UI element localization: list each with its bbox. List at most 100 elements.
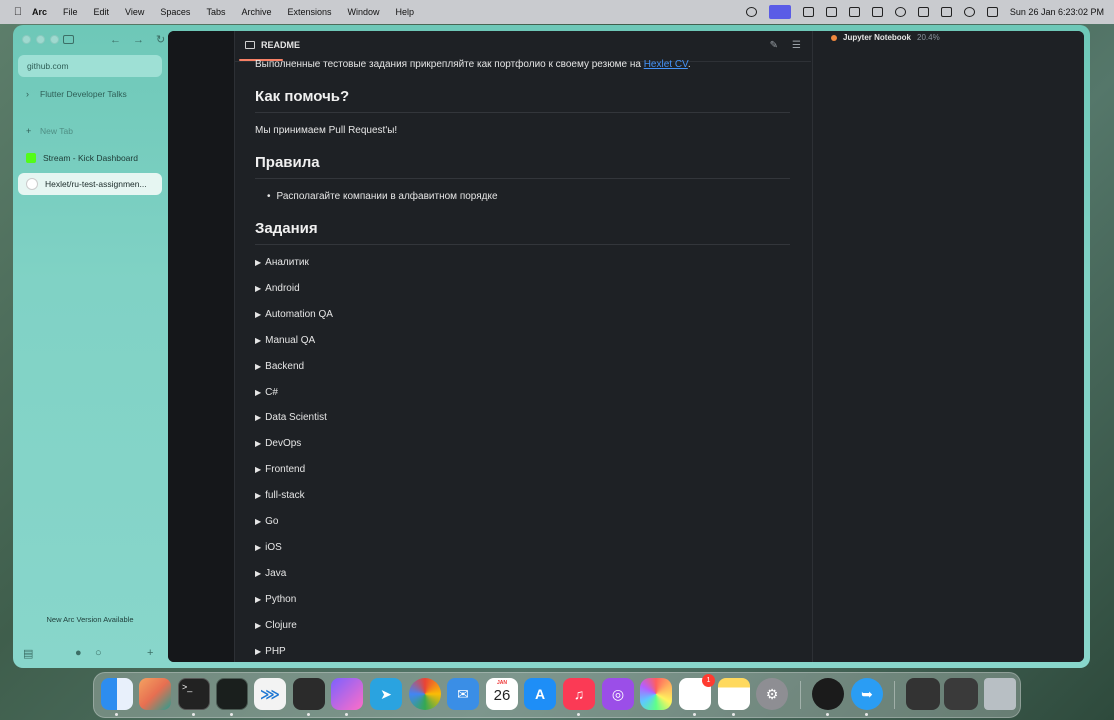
sidebar-toolbar: ← → ↻ — [63, 33, 165, 46]
task-details-toggle[interactable]: ▶ iOS — [255, 542, 282, 553]
task-details-toggle[interactable]: ▶ Python — [255, 594, 296, 605]
control-center-icon[interactable] — [986, 7, 998, 17]
obs-icon[interactable] — [812, 678, 844, 710]
mail-icon[interactable]: ✉ — [447, 678, 479, 710]
now-playing-icon[interactable] — [894, 7, 906, 17]
photos-icon[interactable] — [640, 678, 672, 710]
vscode-icon[interactable]: ⋙ — [254, 678, 286, 710]
volume-icon[interactable] — [871, 7, 883, 17]
task-details-toggle[interactable]: ▶ Android — [255, 283, 300, 294]
task-details-toggle[interactable]: ▶ full-stack — [255, 490, 305, 501]
task-details-toggle[interactable]: ▶ PHP — [255, 646, 286, 657]
reload-icon[interactable]: ↻ — [156, 33, 165, 46]
task-details-toggle[interactable]: ▶ Data Scientist — [255, 412, 327, 423]
task-details-toggle[interactable]: ▶ Java — [255, 568, 286, 579]
task-details-toggle[interactable]: ▶ Manual QA — [255, 335, 315, 346]
plus-icon: + — [26, 126, 32, 136]
podcasts-icon[interactable]: ◎ — [602, 678, 634, 710]
finder-icon[interactable] — [101, 678, 133, 710]
reminders-icon[interactable]: 1 — [679, 674, 715, 710]
status-icons: Sun 26 Jan 6:23:02 PM — [745, 0, 1104, 24]
menu-spaces[interactable]: Spaces — [160, 7, 190, 17]
calendar-icon[interactable]: JAN 26 — [486, 678, 518, 710]
hexlet-cv-link[interactable]: Hexlet CV — [644, 59, 688, 70]
calendar-day: 26 — [493, 687, 511, 704]
running-indicator — [192, 713, 195, 716]
sidebar-toggle-icon[interactable] — [63, 35, 74, 44]
menu-edit[interactable]: Edit — [94, 7, 110, 17]
music-icon[interactable]: ♫ — [563, 678, 595, 710]
archive-icon[interactable]: ▤ — [23, 647, 33, 660]
wifi-icon[interactable] — [940, 7, 952, 17]
zoom-window-icon[interactable] — [50, 35, 59, 44]
readme-tab[interactable]: README — [245, 40, 300, 50]
running-indicator — [115, 713, 118, 716]
url-bar[interactable]: github.com — [18, 55, 162, 77]
menu-help[interactable]: Help — [396, 7, 415, 17]
app-store-icon[interactable]: A — [524, 678, 556, 710]
sidebar-tab-hexlet[interactable]: Hexlet/ru-test-assignmen... — [18, 173, 162, 195]
bluetooth-icon[interactable] — [825, 7, 837, 17]
page-left-gutter — [168, 31, 235, 662]
telegram-icon[interactable]: ➤ — [370, 678, 402, 710]
outline-list-icon[interactable]: ☰ — [792, 40, 801, 51]
disclosure-triangle-icon: ▶ — [255, 413, 262, 423]
launchpad-icon[interactable] — [139, 678, 171, 710]
task-details-toggle[interactable]: ▶ Аналитик — [255, 257, 309, 268]
activity-monitor-icon[interactable] — [216, 678, 248, 710]
task-details-toggle[interactable]: ▶ Clojure — [255, 620, 297, 631]
task-label: Android — [265, 282, 300, 294]
menu-clock[interactable]: Sun 26 Jan 6:23:02 PM — [1010, 7, 1104, 17]
trash-icon[interactable] — [984, 678, 1016, 710]
minimized-window-2-icon[interactable] — [944, 678, 978, 710]
menu-window[interactable]: Window — [348, 7, 380, 17]
menu-tabs[interactable]: Tabs — [206, 7, 225, 17]
screen-share-icon[interactable] — [768, 5, 791, 19]
process-name: Jupyter Notebook — [843, 33, 912, 42]
sidebar-folder[interactable]: › Flutter Developer Talks — [18, 83, 162, 105]
task-details-toggle[interactable]: ▶ Backend — [255, 361, 304, 372]
menu-archive[interactable]: Archive — [241, 7, 271, 17]
close-window-icon[interactable] — [22, 35, 31, 44]
task-details-toggle[interactable]: ▶ DevOps — [255, 438, 301, 449]
battery-icon[interactable] — [917, 7, 929, 17]
menu-app-name[interactable]: Arc — [32, 7, 47, 17]
space-icon-2[interactable]: ○ — [95, 647, 102, 659]
obs-status-icon[interactable] — [745, 7, 757, 17]
update-notice[interactable]: New Arc Version Available — [18, 615, 162, 624]
spotlight-search-icon[interactable] — [963, 7, 975, 17]
space-icon-1[interactable]: ● — [75, 647, 82, 659]
task-details-toggle[interactable]: ▶ C# — [255, 387, 278, 398]
menu-view[interactable]: View — [125, 7, 144, 17]
terminal-icon[interactable]: >_ — [178, 678, 210, 710]
input-source-icon[interactable] — [848, 7, 860, 17]
minimize-window-icon[interactable] — [36, 35, 45, 44]
battery-app-icon[interactable] — [802, 7, 814, 17]
safari-icon[interactable]: ➥ — [851, 678, 883, 710]
process-row[interactable]: Jupyter Notebook 20.4% — [831, 33, 940, 42]
heading-rules: Правила — [255, 154, 320, 171]
system-settings-icon[interactable]: ⚙ — [756, 678, 788, 710]
task-details-toggle[interactable]: ▶ Go — [255, 516, 279, 527]
sidebar-tab-kick[interactable]: Stream - Kick Dashboard — [18, 147, 162, 169]
new-space-button[interactable]: + — [147, 647, 153, 659]
edit-pencil-icon[interactable]: ✎ — [770, 40, 778, 51]
apple-menu-icon[interactable]:  — [12, 6, 24, 18]
menu-file[interactable]: File — [63, 7, 78, 17]
reminders-badge: 1 — [702, 674, 715, 687]
intro-end: . — [687, 59, 691, 70]
chrome-icon[interactable] — [409, 678, 441, 710]
cursor-app-icon[interactable] — [293, 678, 325, 710]
figma-icon[interactable] — [331, 678, 363, 710]
minimized-window-1-icon[interactable] — [906, 678, 940, 710]
task-details-toggle[interactable]: ▶ Automation QA — [255, 309, 333, 320]
forward-arrow-icon[interactable]: → — [133, 34, 144, 46]
dock: >_ ⋙ ➤ ✉ JAN 26 A ♫ ◎ 1 ⚙ ➥ — [93, 672, 1021, 718]
menu-extensions[interactable]: Extensions — [287, 7, 331, 17]
task-details-toggle[interactable]: ▶ Frontend — [255, 464, 305, 475]
task-label: Java — [265, 567, 287, 579]
back-arrow-icon[interactable]: ← — [110, 34, 121, 46]
new-tab-button[interactable]: + New Tab — [18, 120, 162, 142]
disclosure-triangle-icon: ▶ — [255, 361, 262, 371]
notes-icon[interactable] — [718, 678, 750, 710]
